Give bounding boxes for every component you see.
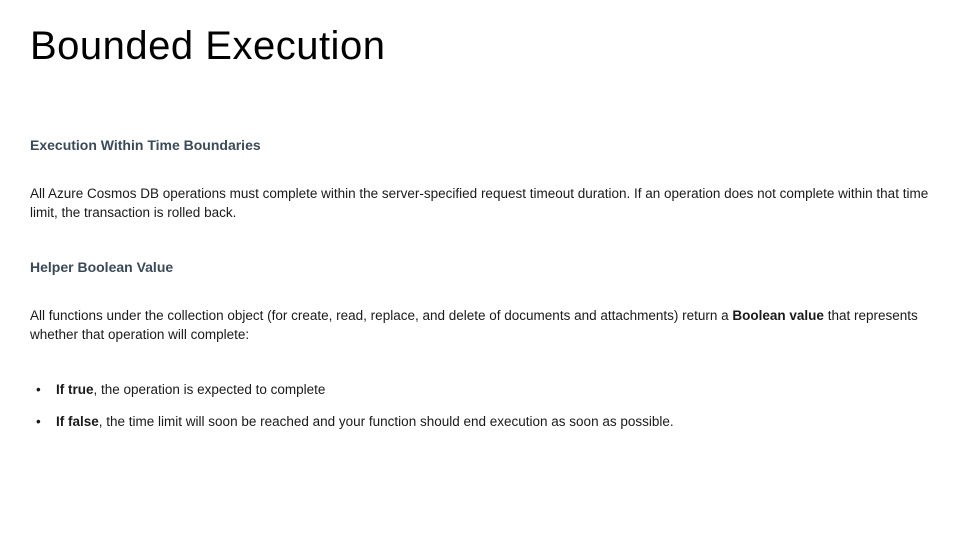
- bullet-bold: If false: [56, 414, 99, 429]
- section-heading-1: Execution Within Time Boundaries: [30, 137, 930, 153]
- section-paragraph-2: All functions under the collection objec…: [30, 307, 930, 345]
- paragraph-prefix: All functions under the collection objec…: [30, 308, 732, 323]
- bullet-bold: If true: [56, 382, 94, 397]
- section-paragraph-1: All Azure Cosmos DB operations must comp…: [30, 185, 930, 223]
- bullet-rest: , the operation is expected to complete: [94, 382, 326, 397]
- list-item: If true, the operation is expected to co…: [36, 381, 930, 400]
- list-item: If false, the time limit will soon be re…: [36, 413, 930, 432]
- section-heading-2: Helper Boolean Value: [30, 259, 930, 275]
- paragraph-bold: Boolean value: [732, 308, 824, 323]
- bullet-list: If true, the operation is expected to co…: [30, 381, 930, 433]
- page-title: Bounded Execution: [30, 24, 930, 69]
- bullet-rest: , the time limit will soon be reached an…: [99, 414, 674, 429]
